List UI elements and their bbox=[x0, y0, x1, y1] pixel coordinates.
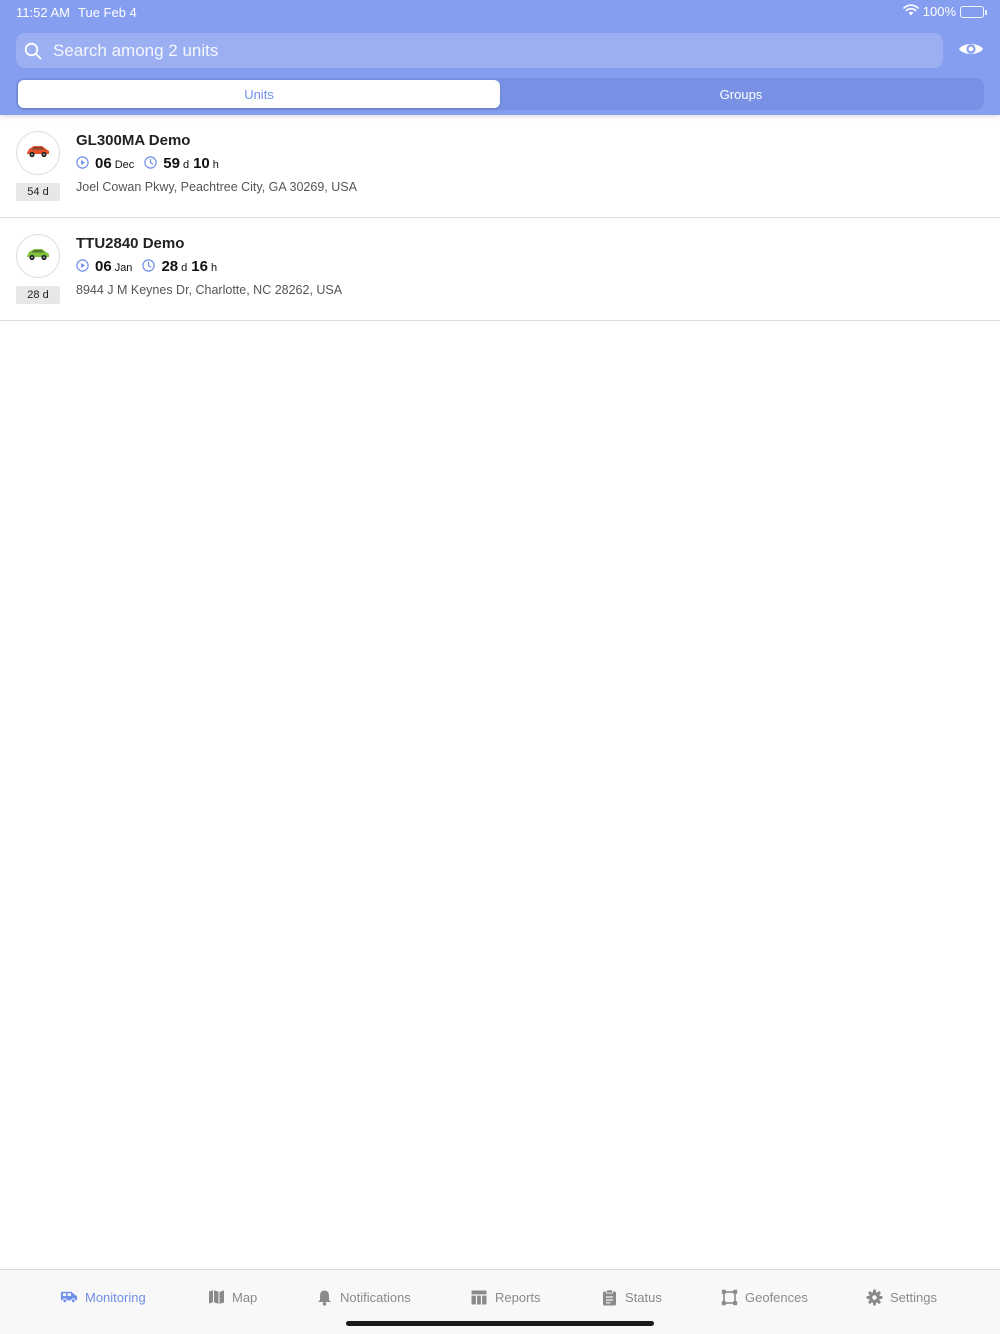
duration-days: 59 bbox=[163, 155, 180, 172]
eye-icon bbox=[957, 40, 985, 63]
segment-groups[interactable]: Groups bbox=[500, 80, 982, 108]
unit-address: 8944 J M Keynes Dr, Charlotte, NC 28262,… bbox=[76, 283, 343, 297]
play-circle-icon bbox=[76, 156, 89, 169]
gear-icon bbox=[865, 1288, 883, 1306]
unit-row[interactable]: 54 d GL300MA Demo 06 Dec 59 d 10 h Joel … bbox=[0, 115, 1000, 218]
duration-days: 28 bbox=[161, 258, 179, 275]
segment-units[interactable]: Units bbox=[18, 80, 500, 108]
duration-hours-unit: h bbox=[212, 159, 219, 171]
tab-monitoring[interactable]: Monitoring bbox=[60, 1288, 146, 1306]
battery-icon bbox=[960, 5, 987, 18]
tab-notifications[interactable]: Notifications bbox=[315, 1288, 411, 1306]
play-circle-icon bbox=[76, 259, 89, 272]
start-day: 06 bbox=[95, 155, 112, 172]
home-indicator bbox=[346, 1321, 654, 1326]
tab-reports[interactable]: Reports bbox=[470, 1288, 541, 1306]
unit-address: Joel Cowan Pkwy, Peachtree City, GA 3026… bbox=[76, 180, 357, 194]
tab-label: Map bbox=[232, 1289, 258, 1305]
bell-icon bbox=[315, 1288, 333, 1306]
tab-map[interactable]: Map bbox=[207, 1288, 257, 1306]
tab-status[interactable]: Status bbox=[600, 1288, 662, 1306]
unit-meta: 06 Jan 28 d 16 h bbox=[76, 258, 217, 275]
tab-label: Notifications bbox=[340, 1289, 411, 1305]
start-month: Jan bbox=[114, 262, 133, 274]
clipboard-icon bbox=[600, 1288, 618, 1306]
unit-avatar bbox=[16, 131, 60, 175]
unit-list: 54 d GL300MA Demo 06 Dec 59 d 10 h Joel … bbox=[0, 115, 1000, 321]
segmented-control: Units Groups bbox=[16, 78, 984, 110]
unit-name: TTU2840 Demo bbox=[76, 235, 185, 252]
tab-label: Settings bbox=[890, 1289, 937, 1305]
car-icon bbox=[25, 246, 51, 267]
car-icon bbox=[25, 143, 51, 164]
search-bar[interactable] bbox=[16, 33, 943, 68]
start-month: Dec bbox=[114, 159, 135, 171]
status-indicators: 100% bbox=[902, 4, 987, 19]
wifi-icon bbox=[902, 4, 919, 19]
status-time: 11:52 AM bbox=[16, 5, 70, 20]
geofence-icon bbox=[720, 1288, 738, 1306]
unit-meta: 06 Dec 59 d 10 h bbox=[76, 155, 219, 172]
van-icon bbox=[60, 1288, 78, 1306]
battery-percent: 100% bbox=[922, 4, 956, 19]
duration-days-unit: d bbox=[181, 262, 188, 274]
age-badge: 28 d bbox=[16, 286, 60, 304]
map-icon bbox=[207, 1288, 225, 1306]
app-header: 11:52 AM Tue Feb 4 100% Units Groups bbox=[0, 0, 1000, 115]
tab-label: Monitoring bbox=[85, 1289, 146, 1305]
duration-hours: 16 bbox=[191, 258, 208, 275]
tab-label: Status bbox=[625, 1289, 662, 1305]
unit-name: GL300MA Demo bbox=[76, 132, 191, 149]
search-input[interactable] bbox=[53, 40, 913, 61]
duration-hours: 10 bbox=[193, 155, 210, 172]
status-date: Tue Feb 4 bbox=[78, 5, 137, 20]
tab-label: Geofences bbox=[745, 1289, 808, 1305]
table-icon bbox=[470, 1288, 488, 1306]
clock-icon bbox=[142, 259, 156, 272]
duration-days-unit: d bbox=[182, 159, 190, 171]
search-icon bbox=[24, 42, 42, 60]
start-day: 06 bbox=[95, 258, 112, 275]
age-badge: 54 d bbox=[16, 183, 60, 201]
status-bar: 11:52 AM Tue Feb 4 100% bbox=[0, 0, 1000, 24]
clock-icon bbox=[144, 156, 157, 169]
unit-row[interactable]: 28 d TTU2840 Demo 06 Jan 28 d 16 h 8944 … bbox=[0, 218, 1000, 321]
duration-hours-unit: h bbox=[210, 262, 218, 274]
tab-label: Reports bbox=[495, 1289, 541, 1305]
tab-geofences[interactable]: Geofences bbox=[720, 1288, 808, 1306]
visibility-button[interactable] bbox=[956, 38, 986, 64]
unit-avatar bbox=[16, 234, 60, 278]
tab-settings[interactable]: Settings bbox=[865, 1288, 937, 1306]
